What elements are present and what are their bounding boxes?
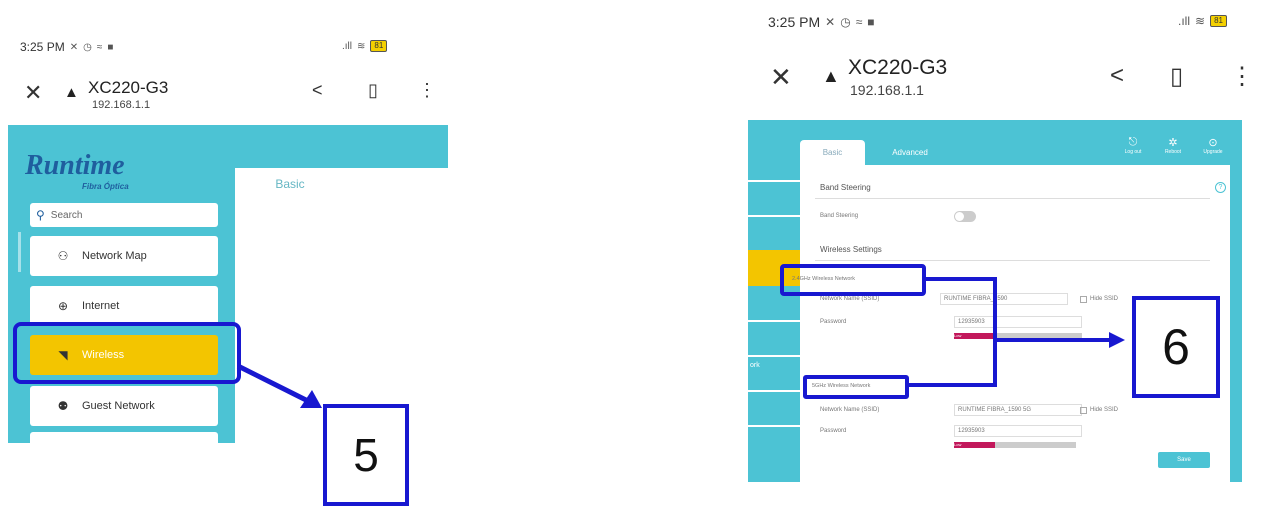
nav-item-network-map[interactable]: ⚇ Network Map (30, 236, 218, 276)
page-title: XC220-G3 (88, 78, 169, 97)
nav-item-guest-network[interactable]: ⚉ Guest Network (30, 386, 218, 426)
search-icon: ⚲ (36, 208, 45, 222)
save-button[interactable]: Save (1158, 452, 1210, 468)
more-menu-icon[interactable]: ⋮ (1230, 62, 1254, 91)
close-tab-icon[interactable]: ✕ (24, 80, 42, 106)
tab-basic-r[interactable]: Basic (800, 140, 865, 165)
connector-line (993, 277, 997, 387)
net24-password-label: Password (820, 319, 847, 325)
alarm-icon: ◷ (840, 15, 851, 29)
net24-password-input[interactable]: 12935903 (954, 316, 1082, 328)
network-map-icon: ⚇ (57, 249, 69, 263)
net5-password-label: Password (820, 428, 847, 434)
search-input[interactable]: ⚲ Search (30, 203, 218, 227)
page-url[interactable]: 192.168.1.1 (92, 99, 150, 111)
net5-strength-meter: Low (954, 442, 1077, 448)
net5-hide-ssid-label: Hide SSID (1090, 407, 1119, 413)
net24-name-label: Network Name (SSID) (820, 296, 880, 302)
sidebar-divider (748, 180, 800, 182)
scroll-indicator (18, 232, 21, 272)
video-icon: ■ (867, 15, 875, 29)
wifi-icon: ≋ (357, 40, 366, 52)
tab-advanced-r[interactable]: Advanced (875, 140, 945, 165)
net5-password-input[interactable]: 12935903 (954, 425, 1082, 437)
status-time: 3:25 PM (20, 40, 65, 54)
warning-icon[interactable]: ▲ (822, 66, 840, 87)
band-steering-title: Band Steering (820, 183, 871, 192)
bookmark-icon[interactable]: ▯ (1170, 62, 1183, 91)
band-steering-toggle[interactable] (954, 211, 976, 222)
sidebar-divider (748, 390, 800, 392)
connector-line (997, 338, 1109, 342)
mute-icon: ✕ (825, 15, 836, 29)
wireless-settings-title: Wireless Settings (820, 245, 882, 254)
sidebar-divider (748, 215, 800, 217)
divider (815, 198, 1210, 199)
nav-item-internet[interactable]: ⊕ Internet (30, 286, 218, 326)
net24-hide-ssid-label: Hide SSID (1090, 296, 1119, 302)
band-steering-label: Band Steering (820, 213, 859, 219)
connector-line (907, 383, 997, 387)
status-bar-right-cluster: .ıll ≋ 81 (342, 40, 388, 52)
more-menu-icon[interactable]: ⋮ (418, 80, 436, 101)
bookmark-icon[interactable]: ▯ (368, 80, 378, 101)
reboot-button[interactable]: ✲ Reboot (1158, 136, 1188, 155)
nav-item-partial (30, 432, 218, 443)
arrow-to-step-6 (1109, 332, 1125, 348)
net5-highlight-box (803, 375, 909, 399)
wireless-highlight-box (13, 322, 241, 384)
sidebar-divider (748, 425, 800, 427)
status-bar-right-cluster-r: .ıll ≋ 81 (1178, 14, 1227, 28)
net5-ssid-input[interactable]: RUNTIME FIBRA_1590 5G (954, 404, 1082, 416)
status-bar-left-r: 3:25 PM ✕ ◷ ≈ ■ (768, 14, 875, 30)
logout-button[interactable]: ⎋ Log out (1118, 136, 1148, 155)
guest-network-icon: ⚉ (57, 399, 69, 413)
signal-icon: .ıll (342, 40, 352, 52)
battery-icon: 81 (370, 40, 388, 52)
sidebar-partial-label: ork (750, 362, 760, 369)
share-icon[interactable]: < (312, 80, 323, 101)
wifi-icon: ≋ (1195, 14, 1206, 28)
search-placeholder: Search (50, 209, 83, 221)
sidebar-divider (748, 320, 800, 322)
wifi-small-icon: ≈ (855, 15, 863, 29)
wifi-small-icon: ≈ (96, 41, 103, 53)
net5-name-label: Network Name (SSID) (820, 407, 880, 413)
arrow-to-step-5 (236, 363, 322, 408)
step-number-5: 5 (323, 404, 409, 506)
connector-line (924, 277, 997, 281)
brand-logo: Runtime (25, 150, 125, 181)
step-number-6: 6 (1132, 296, 1220, 398)
brand-tagline: Fibra Óptica (82, 182, 129, 191)
warning-icon[interactable]: ▲ (64, 84, 79, 101)
logout-icon: ⎋ (1128, 136, 1138, 148)
tab-basic[interactable]: Basic (235, 168, 345, 200)
net24-hide-ssid-checkbox[interactable] (1080, 296, 1087, 303)
battery-icon: 81 (1210, 15, 1227, 27)
net24-ssid-input[interactable]: RUNTIME FIBRA_1590 (940, 293, 1068, 305)
tab-advanced[interactable]: Advanced (360, 168, 448, 200)
close-tab-icon[interactable]: ✕ (770, 62, 792, 93)
share-icon[interactable]: < (1110, 62, 1124, 90)
globe-icon: ⊕ (57, 299, 69, 313)
sidebar-divider (748, 355, 800, 357)
mute-icon: ✕ (69, 41, 79, 53)
help-icon[interactable]: ? (1215, 182, 1226, 193)
divider (815, 260, 1210, 261)
page-title-r: XC220-G3 (848, 56, 948, 79)
video-icon: ■ (107, 41, 114, 53)
alarm-icon: ◷ (83, 41, 92, 53)
upgrade-button[interactable]: ⊙ Upgrade (1198, 136, 1228, 155)
net24-highlight-box (780, 264, 926, 296)
status-bar-left: 3:25 PM ✕ ◷ ≈ ■ (20, 40, 113, 54)
upgrade-icon: ⊙ (1208, 137, 1218, 149)
reboot-icon: ✲ (1168, 137, 1178, 149)
net5-hide-ssid-checkbox[interactable] (1080, 407, 1087, 414)
page-url-r[interactable]: 192.168.1.1 (850, 82, 924, 98)
signal-icon: .ıll (1178, 14, 1190, 28)
